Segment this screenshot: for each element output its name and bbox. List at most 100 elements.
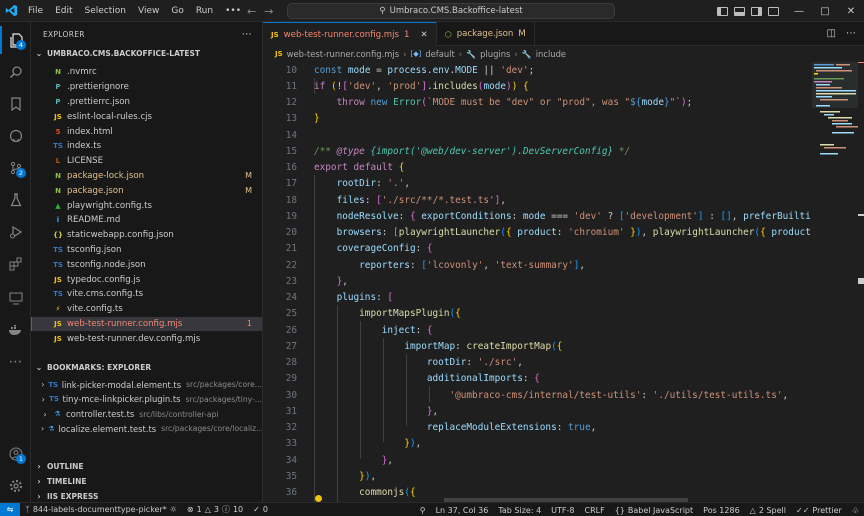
file-tree-item[interactable]: P .prettierignore	[31, 80, 262, 95]
lightbulb-icon[interactable]	[315, 495, 322, 502]
settings-gear-icon[interactable]	[0, 472, 31, 500]
close-tab-icon[interactable]: ✕	[421, 30, 428, 40]
workspace-root[interactable]: ⌄ UMBRACO.CMS.BACKOFFICE-LATEST	[31, 46, 262, 61]
customize-layout-icon[interactable]	[768, 6, 779, 16]
breadcrumb-symbol-default[interactable]: default	[425, 49, 454, 59]
docker-icon[interactable]	[0, 316, 31, 344]
tab-web-test-runner[interactable]: JS web-test-runner.config.mjs 1 ✕	[263, 22, 437, 46]
code-line: 28 rootDir: './src',	[263, 355, 823, 371]
cursor-position[interactable]: Ln 37, Col 36	[431, 506, 494, 515]
toggle-secondary-sidebar-icon[interactable]	[751, 6, 762, 16]
notifications-bell-icon[interactable]: ♧	[847, 506, 864, 515]
code-editor[interactable]: 10 const mode = process.env.MODE || 'dev'…	[263, 62, 864, 502]
more-actions-icon[interactable]: ⋯	[242, 29, 252, 40]
file-tree-item[interactable]: JS web-test-runner.dev.config.mjs	[31, 331, 262, 346]
bookmarks-icon[interactable]	[0, 90, 31, 118]
file-tree-item[interactable]: JS typedoc.config.js	[31, 272, 262, 287]
language-mode[interactable]: {} Babel JavaScript	[610, 506, 698, 515]
line-number: 19	[285, 210, 297, 222]
menu-item[interactable]: View	[132, 0, 165, 22]
collapsed-section[interactable]: › IIS EXPRESS	[31, 489, 262, 502]
char-position[interactable]: Pos 1286	[698, 506, 745, 515]
run-debug-icon[interactable]	[0, 218, 31, 246]
forward-arrow-icon[interactable]: →	[264, 5, 273, 18]
menu-item[interactable]: •••	[219, 0, 247, 22]
split-editor-icon[interactable]: ◫	[827, 28, 836, 39]
maximize-button[interactable]: □	[812, 6, 838, 17]
file-tree-item[interactable]: i README.md	[31, 213, 262, 228]
file-tree-item[interactable]: TS vite.cms.config.ts	[31, 287, 262, 302]
file-tree-item[interactable]: ⚡ vite.config.ts	[31, 302, 262, 317]
breadcrumb-symbol-plugins[interactable]: plugins	[480, 49, 510, 59]
bookmark-item[interactable]: › ⚗ localize.element.test.ts src/packages/c…	[31, 422, 262, 437]
close-window-button[interactable]: ✕	[838, 6, 864, 17]
menu-item[interactable]: Run	[190, 0, 219, 22]
file-tree-item[interactable]: P .prettierrc.json	[31, 95, 262, 110]
extensions-icon[interactable]	[0, 250, 31, 278]
minimize-button[interactable]: —	[786, 6, 812, 17]
file-tree-item[interactable]: TS tsconfig.json	[31, 243, 262, 258]
minimap[interactable]	[812, 62, 858, 182]
bookmark-item[interactable]: › ⚗ controller.test.ts src/libs/controller-…	[31, 407, 262, 422]
file-type-icon: P	[55, 97, 61, 106]
menu-item[interactable]: Selection	[79, 0, 132, 22]
command-center[interactable]: ⚲ Umbraco.CMS.Backoffice-latest	[287, 3, 615, 19]
bookmarks-section[interactable]: ⌄ BOOKMARKS: EXPLORER	[31, 360, 262, 375]
github-icon[interactable]	[0, 122, 31, 150]
line-number: 20	[285, 227, 297, 239]
file-tree-item[interactable]: TS tsconfig.node.json	[31, 257, 262, 272]
encoding[interactable]: UTF-8	[546, 506, 579, 515]
problems-indicator[interactable]: ⊗ 1 △ 3 ⓘ 10	[182, 504, 248, 515]
spell-check[interactable]: △ 2 Spell	[745, 506, 791, 515]
file-name: LICENSE	[67, 156, 104, 167]
ports-indicator[interactable]: ✓ 0	[248, 505, 273, 514]
more-views-icon[interactable]: ⋯	[0, 348, 31, 376]
menu-item[interactable]: Edit	[49, 0, 78, 22]
file-tree-item[interactable]: {} staticwebapp.config.json	[31, 228, 262, 243]
zoom-icon[interactable]: ⚲	[415, 506, 431, 515]
file-tree-item[interactable]: Npackage.json M	[31, 183, 262, 198]
breadcrumb-symbol-include[interactable]: include	[536, 49, 566, 59]
status-bar: ⇋ ᛉ 844-labels-documenttype-picker* ☼ ⊗ …	[0, 502, 864, 516]
file-tree-item[interactable]: JS eslint-local-rules.cjs	[31, 109, 262, 124]
line-number: 12	[285, 97, 297, 109]
collapsed-section[interactable]: › OUTLINE	[31, 459, 262, 474]
source-control-icon[interactable]: 2	[0, 154, 31, 182]
toggle-primary-sidebar-icon[interactable]	[717, 6, 728, 16]
end-of-line[interactable]: CRLF	[580, 506, 610, 515]
file-tree-item[interactable]: TS index.ts	[31, 139, 262, 154]
scm-badge: 2	[16, 168, 26, 178]
file-tree-item[interactable]: JS web-test-runner.config.mjs 1	[31, 316, 262, 332]
remote-explorer-icon[interactable]	[0, 284, 31, 312]
file-tree-item[interactable]: L LICENSE	[31, 154, 262, 169]
menu-item[interactable]: File	[22, 0, 49, 22]
tab-package-json[interactable]: ⬡ package.json M	[437, 22, 535, 46]
breadcrumb-file[interactable]: web-test-runner.config.mjs	[287, 49, 399, 59]
file-name: tsconfig.json	[67, 244, 122, 255]
file-type-icon: L	[55, 157, 61, 166]
search-activity-icon[interactable]	[0, 58, 31, 86]
code-text: importMapsPlugin({	[359, 308, 461, 320]
back-arrow-icon[interactable]: ←	[247, 5, 256, 18]
branch-indicator[interactable]: ᛉ 844-labels-documenttype-picker* ☼	[20, 505, 182, 514]
remote-indicator-icon[interactable]: ⇋	[0, 502, 20, 516]
file-tree-item[interactable]: N .nvmrc	[31, 65, 262, 80]
collapsed-section[interactable]: › TIMELINE	[31, 474, 262, 489]
accounts-icon[interactable]: 1	[0, 440, 31, 468]
tab-size[interactable]: Tab Size: 4	[493, 506, 546, 515]
bookmark-item[interactable]: › TS link-picker-modal.element.ts src/packa…	[31, 377, 262, 392]
menu-item[interactable]: Go	[165, 0, 189, 22]
explorer-badge: 4	[16, 40, 26, 50]
code-line: 25 importMapsPlugin({	[263, 306, 823, 322]
code-line: 11 if (!['dev', 'prod'].includes(mode)) {	[263, 78, 823, 94]
testing-icon[interactable]	[0, 186, 31, 214]
file-tree-item[interactable]: ▲ playwright.config.ts	[31, 198, 262, 213]
explorer-icon[interactable]: 4	[0, 26, 31, 54]
editor-more-actions-icon[interactable]: ⋯	[846, 28, 856, 39]
vertical-scrollbar[interactable]	[858, 62, 864, 502]
prettier-status[interactable]: ✓✓ Prettier	[791, 506, 847, 515]
bookmark-item[interactable]: › TS tiny-mce-linkpicker.plugin.ts src/pack…	[31, 392, 262, 407]
file-tree-item[interactable]: 5 index.html	[31, 124, 262, 139]
toggle-panel-icon[interactable]	[734, 6, 745, 16]
file-tree-item[interactable]: Npackage-lock.json M	[31, 169, 262, 184]
